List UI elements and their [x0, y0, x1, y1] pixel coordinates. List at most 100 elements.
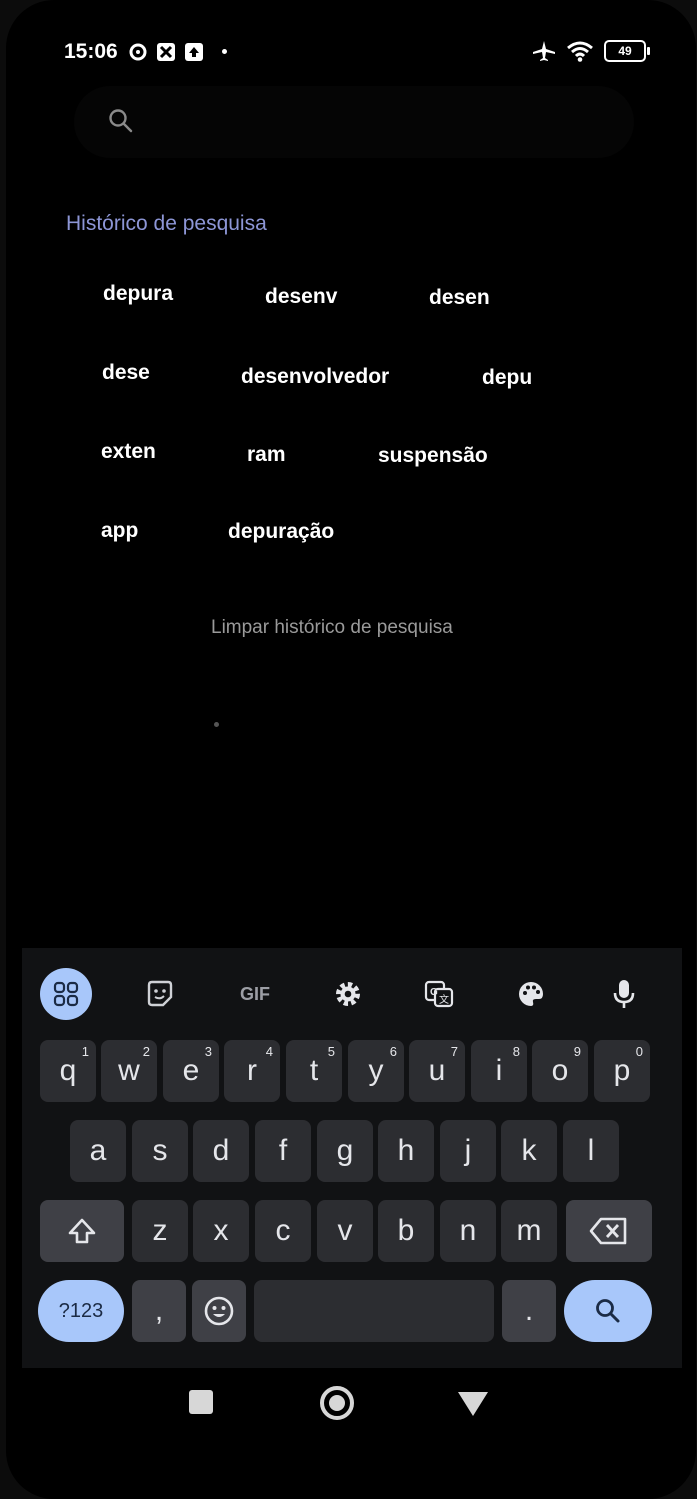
history-item[interactable]: desenvolvedor — [241, 365, 389, 389]
backspace-icon — [589, 1217, 627, 1245]
key-e[interactable]: e3 — [163, 1040, 219, 1102]
gear-icon — [336, 982, 360, 1006]
history-item[interactable]: ram — [247, 443, 286, 467]
key-h[interactable]: h — [378, 1120, 434, 1182]
svg-text:G: G — [430, 987, 438, 998]
shift-icon — [68, 1218, 96, 1244]
history-item[interactable]: depu — [482, 366, 532, 390]
keyboard: GIF G文 q1 w2 e3 r4 t5 y6 u7 i8 o9 p0 a s… — [22, 948, 682, 1368]
key-d[interactable]: d — [193, 1120, 249, 1182]
back-button[interactable] — [458, 1392, 488, 1416]
key-y[interactable]: y6 — [348, 1040, 404, 1102]
shift-key[interactable] — [40, 1200, 124, 1262]
microphone-icon — [613, 980, 635, 1008]
airplane-mode-icon — [533, 41, 555, 61]
key-v[interactable]: v — [317, 1200, 373, 1262]
history-item[interactable]: exten — [101, 440, 156, 464]
history-item[interactable]: desenv — [265, 285, 337, 309]
key-c[interactable]: c — [255, 1200, 311, 1262]
history-item[interactable]: depuração — [228, 520, 334, 544]
svg-text:文: 文 — [439, 993, 449, 1006]
key-w-label: w — [118, 1054, 140, 1087]
emoji-key[interactable] — [192, 1280, 246, 1342]
search-input[interactable] — [74, 86, 634, 158]
sticker-icon — [147, 980, 173, 1007]
translate-button[interactable]: G文 — [413, 968, 465, 1020]
key-o-number: 9 — [573, 1044, 581, 1059]
more-notifications-dot — [222, 49, 227, 54]
key-y-number: 6 — [389, 1044, 397, 1059]
sticker-button[interactable] — [134, 968, 186, 1020]
key-s[interactable]: s — [132, 1120, 188, 1182]
key-u-number: 7 — [450, 1044, 458, 1059]
recents-button[interactable] — [189, 1390, 213, 1414]
navigation-bar — [6, 1372, 696, 1442]
history-item[interactable]: desen — [429, 286, 490, 310]
key-l[interactable]: l — [563, 1120, 619, 1182]
key-z[interactable]: z — [132, 1200, 188, 1262]
grid-icon — [53, 981, 79, 1007]
key-t-number: 5 — [327, 1044, 335, 1059]
history-item[interactable]: dese — [102, 361, 150, 385]
status-bar: 15:06 49 — [64, 36, 650, 70]
key-w[interactable]: w2 — [101, 1040, 157, 1102]
theme-button[interactable] — [505, 968, 557, 1020]
key-u[interactable]: u7 — [409, 1040, 465, 1102]
key-r[interactable]: r4 — [224, 1040, 280, 1102]
key-i-label: i — [495, 1054, 503, 1087]
history-item[interactable]: suspensão — [378, 444, 488, 468]
notification-app-icon — [157, 43, 175, 61]
translate-icon: G文 — [424, 980, 454, 1008]
search-enter-key[interactable] — [564, 1280, 652, 1342]
symbols-key[interactable]: ?123 — [38, 1280, 124, 1342]
key-k[interactable]: k — [501, 1120, 557, 1182]
key-i-number: 8 — [512, 1044, 520, 1059]
key-q[interactable]: q1 — [40, 1040, 96, 1102]
key-o[interactable]: o9 — [532, 1040, 588, 1102]
key-o-label: o — [551, 1054, 569, 1087]
key-b[interactable]: b — [378, 1200, 434, 1262]
key-e-label: e — [182, 1054, 200, 1087]
search-icon — [596, 1299, 620, 1323]
key-x[interactable]: x — [193, 1200, 249, 1262]
key-e-number: 3 — [204, 1044, 212, 1059]
key-n[interactable]: n — [440, 1200, 496, 1262]
key-p-label: p — [613, 1054, 631, 1087]
history-item[interactable]: depura — [103, 282, 173, 306]
vpn-gear-icon — [129, 43, 147, 61]
period-key[interactable]: . — [502, 1280, 556, 1342]
key-g[interactable]: g — [317, 1120, 373, 1182]
key-w-number: 2 — [142, 1044, 150, 1059]
emoji-icon — [204, 1296, 234, 1326]
gif-button[interactable]: GIF — [229, 968, 281, 1020]
clear-history-button[interactable]: Limpar histórico de pesquisa — [211, 617, 453, 639]
voice-input-button[interactable] — [598, 968, 650, 1020]
home-button[interactable] — [320, 1386, 354, 1420]
palette-icon — [519, 982, 543, 1006]
key-a[interactable]: a — [70, 1120, 126, 1182]
key-t-label: t — [309, 1054, 319, 1087]
comma-key[interactable]: , — [132, 1280, 186, 1342]
battery-level: 49 — [618, 44, 632, 58]
backspace-key[interactable] — [566, 1200, 652, 1262]
status-time: 15:06 — [64, 40, 118, 63]
key-p[interactable]: p0 — [594, 1040, 650, 1102]
space-key[interactable] — [254, 1280, 494, 1342]
history-item[interactable]: app — [101, 519, 138, 543]
key-f[interactable]: f — [255, 1120, 311, 1182]
phone-screen: 15:06 49 Histórico de pesquisa depura de… — [6, 0, 696, 1499]
key-i[interactable]: i8 — [471, 1040, 527, 1102]
apps-grid-button[interactable] — [40, 968, 92, 1020]
settings-button[interactable] — [322, 968, 374, 1020]
key-r-number: 4 — [265, 1044, 273, 1059]
key-q-number: 1 — [81, 1044, 89, 1059]
search-history-title: Histórico de pesquisa — [66, 212, 267, 235]
key-t[interactable]: t5 — [286, 1040, 342, 1102]
key-u-label: u — [428, 1054, 446, 1087]
key-p-number: 0 — [635, 1044, 643, 1059]
key-y-label: y — [368, 1054, 384, 1087]
upload-notification-icon — [185, 43, 203, 61]
key-q-label: q — [59, 1054, 77, 1087]
key-j[interactable]: j — [440, 1120, 496, 1182]
key-m[interactable]: m — [501, 1200, 557, 1262]
